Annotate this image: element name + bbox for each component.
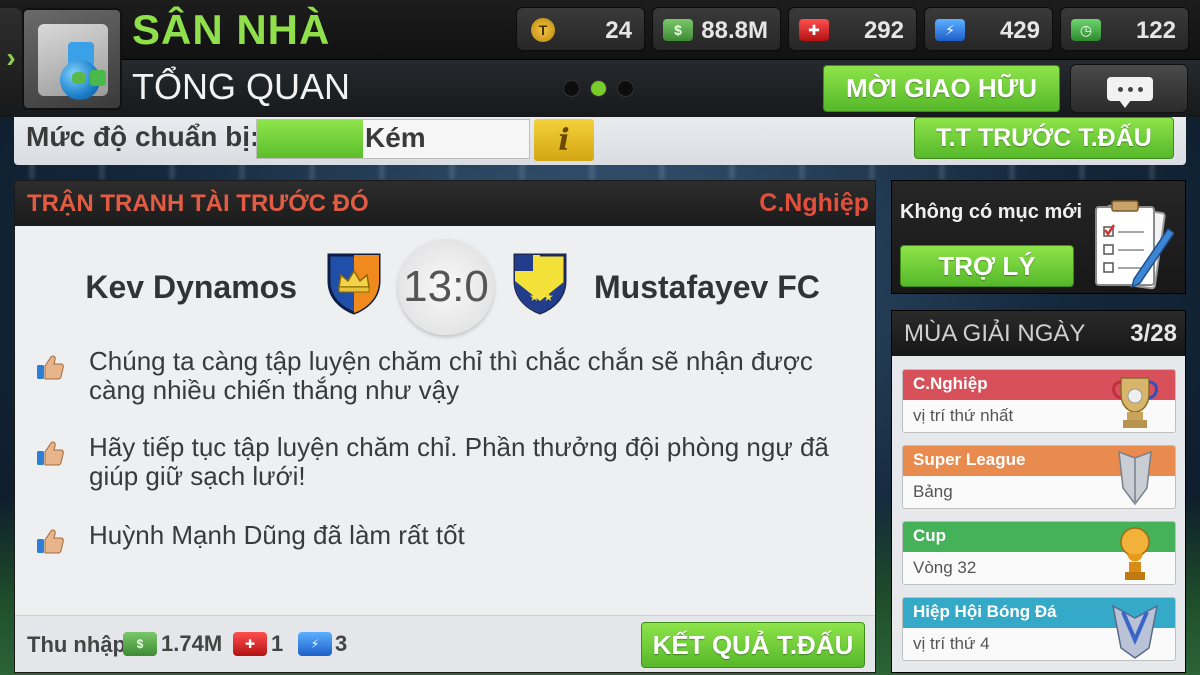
income-energy-value: 3 (335, 631, 348, 656)
income-footer: Thu nhập: $ 1.74M ✚ 1 ⚡ 3 KẾT QUẢ T.ĐẤU (15, 615, 875, 672)
income-medical-value: 1 (271, 631, 284, 656)
resource-tokens[interactable]: T 24 (516, 7, 645, 51)
clipboard-checklist-icon (1095, 200, 1174, 290)
page-indicator (563, 80, 634, 97)
feedback-message: Hãy tiếp tục tập luyện chăm chỉ. Phần th… (35, 433, 855, 491)
resource-value: 122 (1135, 17, 1176, 44)
medical-kit-icon: ✚ (233, 632, 267, 656)
readiness-meter: Kém (256, 119, 530, 159)
invite-friendly-button[interactable]: MỜI GIAO HỮU (823, 65, 1060, 112)
competition-label: C.Nghiệp (759, 189, 869, 217)
resource-cash[interactable]: $ 88.8M (652, 7, 781, 51)
assistant-button[interactable]: TRỢ LÝ (900, 245, 1074, 287)
match-score: 13:0 (398, 239, 494, 335)
page-dot-active[interactable] (590, 80, 607, 97)
cup-trophy-icon (1120, 527, 1150, 580)
token-coin-icon: T (531, 18, 555, 42)
prematch-info-button[interactable]: T.T TRƯỚC T.ĐẤU (914, 117, 1174, 159)
page-dot[interactable] (563, 80, 580, 97)
competition-card-cup[interactable]: Cup Vòng 32 (902, 521, 1176, 585)
timer-icon: ◷ (1071, 19, 1101, 41)
readiness-meter-fill (257, 120, 364, 158)
svg-text:★: ★ (529, 290, 540, 304)
cash-icon: $ (123, 632, 157, 656)
competition-card-league[interactable]: C.Nghiệp vị trí thứ nhất (902, 369, 1176, 433)
page-title: SÂN NHÀ (132, 6, 331, 53)
medical-kit-icon: ✚ (799, 19, 829, 41)
menu-expand-arrow-icon[interactable]: › (0, 8, 22, 108)
home-team-name[interactable]: Kev Dynamos (85, 269, 297, 306)
thumbs-up-icon (37, 441, 64, 466)
resource-value: 429 (999, 17, 1040, 44)
panel-title: TRẬN TRANH TÀI TRƯỚC ĐÓ (27, 190, 369, 217)
chat-button[interactable] (1070, 64, 1188, 113)
season-header: MÙA GIẢI NGÀY 3/28 (892, 311, 1185, 356)
competition-card-fa[interactable]: Hiệp Hội Bóng Đá vị trí thứ 4 (902, 597, 1176, 661)
thumbs-up-icon (37, 529, 64, 554)
panel-header: TRẬN TRANH TÀI TRƯỚC ĐÓ C.Nghiệp (15, 181, 875, 226)
away-team-crest-icon[interactable]: ★ ★ (509, 251, 571, 315)
readiness-bar: Mức độ chuẩn bị: Kém i T.T TRƯỚC T.ĐẤU (14, 117, 1186, 165)
season-title: MÙA GIẢI NGÀY (904, 320, 1086, 347)
feedback-text: Chúng ta càng tập luyện chăm chỉ thì chắ… (89, 346, 813, 405)
resource-value: 88.8M (701, 17, 768, 44)
home-team-crest-icon[interactable] (323, 251, 385, 315)
feedback-message: Huỳnh Mạnh Dũng đã làm rất tốt (35, 521, 855, 555)
assistant-panel: Không có mục mới TRỢ LÝ (891, 180, 1186, 294)
feedback-text: Hãy tiếp tục tập luyện chăm chỉ. Phần th… (89, 432, 829, 491)
feedback-message: Chúng ta càng tập luyện chăm chỉ thì chắ… (35, 347, 855, 405)
home-logo-button[interactable] (22, 8, 122, 110)
income-label: Thu nhập: (27, 632, 134, 657)
thumbs-up-icon (37, 355, 64, 380)
association-trophy-icon (1111, 604, 1159, 659)
page-dot[interactable] (617, 80, 634, 97)
resource-medical[interactable]: ✚ 292 (788, 7, 917, 51)
competition-card-super-league[interactable]: Super League Bảng (902, 445, 1176, 509)
resource-value: 24 (605, 17, 632, 44)
season-panel: MÙA GIẢI NGÀY 3/28 C.Nghiệp vị trí thứ n… (891, 310, 1186, 673)
cash-icon: $ (663, 19, 693, 41)
previous-match-panel: TRẬN TRANH TÀI TRƯỚC ĐÓ C.Nghiệp Kev Dyn… (14, 180, 876, 673)
readiness-level: Kém (365, 122, 426, 153)
season-day: 3/28 (1130, 320, 1177, 347)
away-team-name[interactable]: Mustafayev FC (594, 269, 820, 306)
page-subtitle: TỔNG QUAN (132, 66, 351, 107)
league-trophy-icon (1112, 377, 1158, 428)
super-league-trophy-icon (1118, 450, 1152, 506)
income-cash-value: 1.74M (161, 631, 223, 656)
resource-energy[interactable]: ⚡ 429 (924, 7, 1053, 51)
info-button[interactable]: i (534, 119, 594, 161)
match-result-button[interactable]: KẾT QUẢ T.ĐẤU (641, 622, 865, 668)
resource-timer[interactable]: ◷ 122 (1060, 7, 1189, 51)
energy-icon: ⚡ (935, 19, 965, 41)
svg-text:★: ★ (543, 290, 554, 304)
home-logo-icon (38, 24, 108, 100)
energy-icon: ⚡ (298, 632, 332, 656)
chat-bubble-icon (1107, 77, 1153, 101)
feedback-text: Huỳnh Mạnh Dũng đã làm rất tốt (89, 520, 465, 550)
assistant-text: Không có mục mới (900, 201, 1083, 223)
readiness-label: Mức độ chuẩn bị: (26, 121, 260, 152)
resource-value: 292 (863, 17, 904, 44)
